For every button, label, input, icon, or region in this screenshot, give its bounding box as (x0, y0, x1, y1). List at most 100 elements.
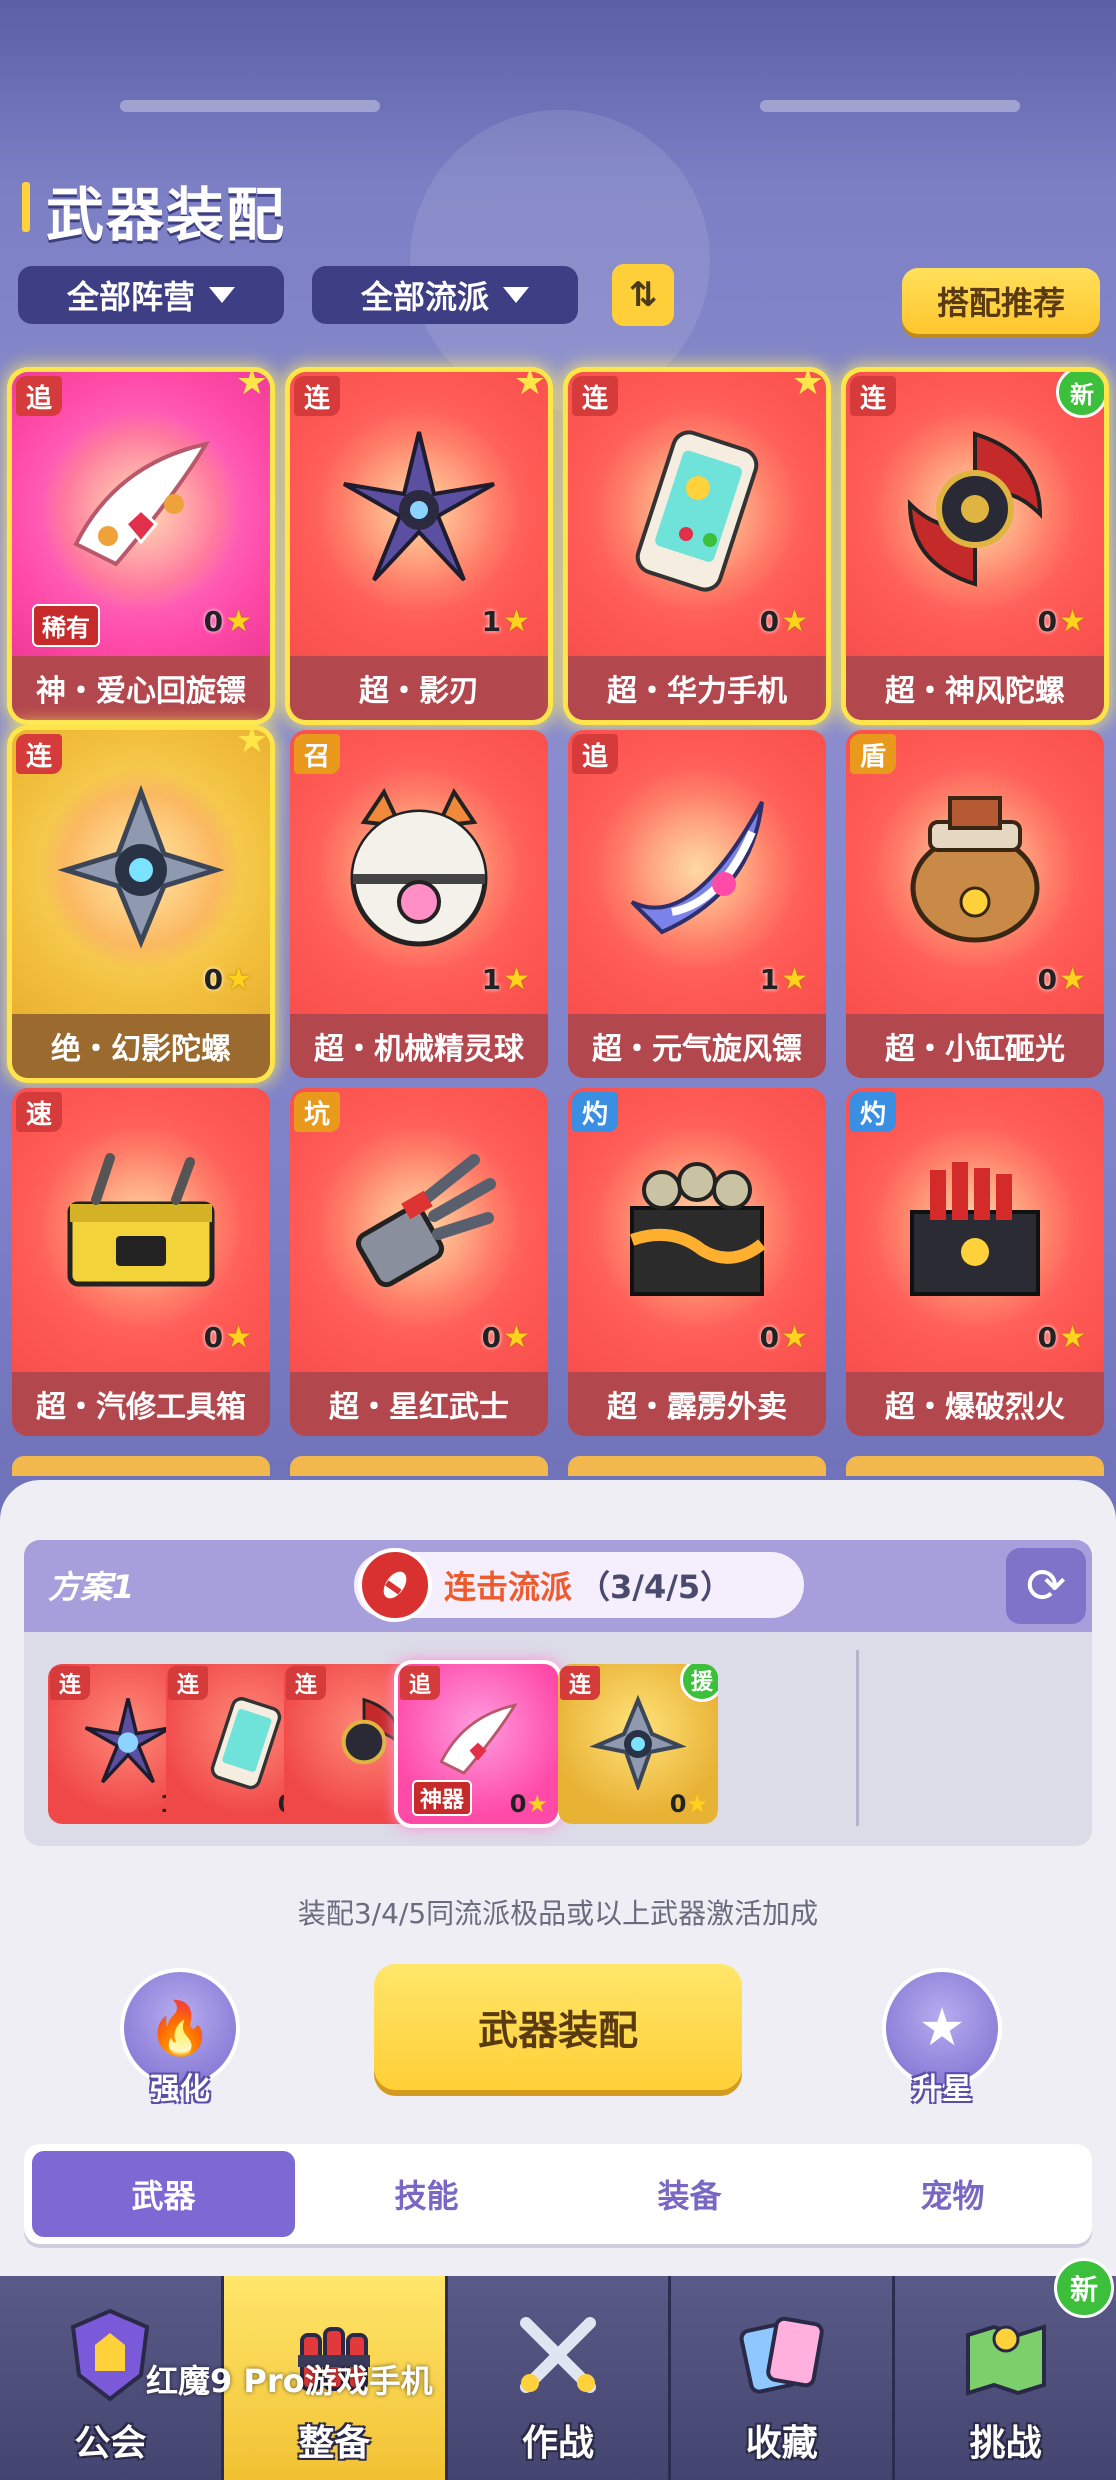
weapon-card[interactable]: 连 1 ★ 超・影刃 ★ (290, 372, 548, 720)
chevron-down-icon (503, 287, 529, 303)
weapon-card[interactable]: 连 0 ★ 超・华力手机 ★ (568, 372, 826, 720)
weapon-name: 超・爆破烈火 (846, 1372, 1104, 1436)
refresh-plan-button[interactable]: ⟳ (1006, 1548, 1086, 1624)
weapon-tag: 追 (572, 734, 618, 774)
star-count: 1 (481, 963, 502, 996)
bullet-icon (358, 1548, 432, 1622)
jar-icon (890, 782, 1060, 952)
rarity-badge: 神器 (412, 1780, 473, 1816)
weapon-name: 超・霹雳外卖 (568, 1372, 826, 1436)
weapon-name: 超・元气旋风镖 (568, 1014, 826, 1078)
weapon-card[interactable]: 灼 0 ★ 超・霹雳外卖 (568, 1088, 826, 1436)
weapon-tag: 灼 (850, 1092, 896, 1132)
whirlwind-boomerang-icon (612, 782, 782, 952)
next-row-peek (12, 1456, 1104, 1476)
weapon-name: 绝・幻影陀螺 (12, 1014, 270, 1078)
delivery-box-icon (612, 1140, 782, 1310)
nav-label: 作战 (521, 2423, 594, 2464)
star-count: 0 (203, 963, 224, 996)
ceiling-light (760, 100, 1020, 112)
camp-filter-dropdown[interactable]: 全部阵营 (18, 266, 284, 324)
backdrop-emblem (410, 110, 710, 410)
weapon-name: 超・影刃 (290, 656, 548, 720)
enhance-label: 强化 (150, 2072, 210, 2107)
school-filter-dropdown[interactable]: 全部流派 (312, 266, 578, 324)
equip-weapon-button[interactable]: 武器装配 (374, 1964, 742, 2090)
star-count: 1 (481, 605, 502, 638)
weapon-tag: 追 (16, 376, 62, 416)
aid-weapon-slot[interactable]: 连 0★ 援 (558, 1664, 718, 1824)
slot-divider (856, 1650, 859, 1826)
selected-star-icon: ★ (235, 372, 268, 403)
claw-gauntlet-icon (334, 1140, 504, 1310)
school-label: 连击流派 (444, 1568, 573, 1606)
weapon-card[interactable]: 追 1 ★ 超・元气旋风镖 (568, 730, 826, 1078)
tab-skills[interactable]: 技能 (295, 2151, 558, 2237)
star-icon: ★ (526, 1790, 548, 1818)
weapon-tag: 连 (16, 734, 62, 774)
weapon-count: 0★ (1038, 604, 1086, 639)
weapon-name: 超・小缸砸光 (846, 1014, 1104, 1078)
weapon-name: 超・华力手机 (568, 656, 826, 720)
weapon-name: 超・汽修工具箱 (12, 1372, 270, 1436)
weapon-name: 超・神风陀螺 (846, 656, 1104, 720)
slot-weapon-icon (78, 1692, 178, 1792)
star-icon: ★ (225, 1320, 252, 1355)
weapon-card[interactable]: 追稀有 0 ★ 神・爱心回旋镖 ★ (12, 372, 270, 720)
weapon-count: 1★ (482, 604, 530, 639)
star-count: 0 (481, 1321, 502, 1354)
star-count: 0 (203, 1321, 224, 1354)
recommend-button[interactable]: 搭配推荐 (902, 268, 1100, 334)
nav-label: 公会 (74, 2423, 147, 2464)
weapon-tag: 连 (294, 376, 340, 416)
weapon-count: 0★ (204, 1320, 252, 1355)
mech-ball-icon (334, 782, 504, 952)
tab-pets[interactable]: 宠物 (821, 2151, 1084, 2237)
toolbox-icon (56, 1140, 226, 1310)
camp-filter-label: 全部阵营 (66, 278, 195, 316)
weapon-card[interactable]: 召 1 ★ 超・机械精灵球 (290, 730, 548, 1078)
wind-spinner-icon (890, 424, 1060, 594)
slot-weapon-icon (196, 1692, 296, 1792)
weapon-count: 0★ (669, 1790, 708, 1818)
weapon-count: 0★ (1038, 962, 1086, 997)
star-icon: ★ (781, 604, 808, 639)
weapon-card[interactable]: 坑 0 ★ 超・星红武士 (290, 1088, 548, 1436)
star-icon: ★ (1059, 1320, 1086, 1355)
nav-label: 整备 (298, 2423, 371, 2464)
new-badge: 新 (1053, 2258, 1114, 2318)
star-icon: ★ (503, 962, 530, 997)
weapon-card[interactable]: 连 0 ★ 超・神风陀螺 新 (846, 372, 1104, 720)
heart-boomerang-icon (56, 424, 226, 594)
star-count: 1 (759, 963, 780, 996)
weapon-count: 0★ (760, 604, 808, 639)
star-icon: ★ (225, 604, 252, 639)
nav-battle[interactable]: 作战 (447, 2276, 672, 2480)
weapon-card[interactable]: 速 0 ★ 超・汽修工具箱 (12, 1088, 270, 1436)
plan-name[interactable]: 方案1 (48, 1562, 134, 1608)
phone-icon (612, 424, 782, 594)
star-icon: ★ (781, 1320, 808, 1355)
star-icon: ★ (503, 604, 530, 639)
map-icon (951, 2300, 1061, 2410)
nav-collection[interactable]: 收藏 (671, 2276, 896, 2480)
weapon-card[interactable]: 盾 0 ★ 超・小缸砸光 (846, 730, 1104, 1078)
star-count: 0 (1037, 605, 1058, 638)
star-count: 0 (1037, 1321, 1058, 1354)
slot-weapon-icon (428, 1692, 528, 1792)
weapon-card[interactable]: 灼 0 ★ 超・爆破烈火 (846, 1088, 1104, 1436)
nav-challenge[interactable]: 挑战 新 (895, 2258, 1116, 2480)
star-count: 0 (203, 605, 224, 638)
tab-weapons[interactable]: 武器 (32, 2151, 295, 2237)
shadow-blade-shuriken-icon (334, 424, 504, 594)
tab-equipment[interactable]: 装备 (558, 2151, 821, 2237)
sort-button[interactable]: ⇅ (612, 264, 674, 326)
star-icon: ★ (1059, 962, 1086, 997)
sort-icon: ⇅ (628, 275, 658, 315)
new-badge: 新 (1056, 372, 1104, 418)
chevron-down-icon (209, 287, 235, 303)
weapon-card[interactable]: 连 0 ★ 绝・幻影陀螺 ★ (12, 730, 270, 1078)
plan-weapon-slot[interactable]: 追神器 0★ (398, 1664, 558, 1824)
weapon-name: 超・星红武士 (290, 1372, 548, 1436)
star-count: 0 (1037, 963, 1058, 996)
